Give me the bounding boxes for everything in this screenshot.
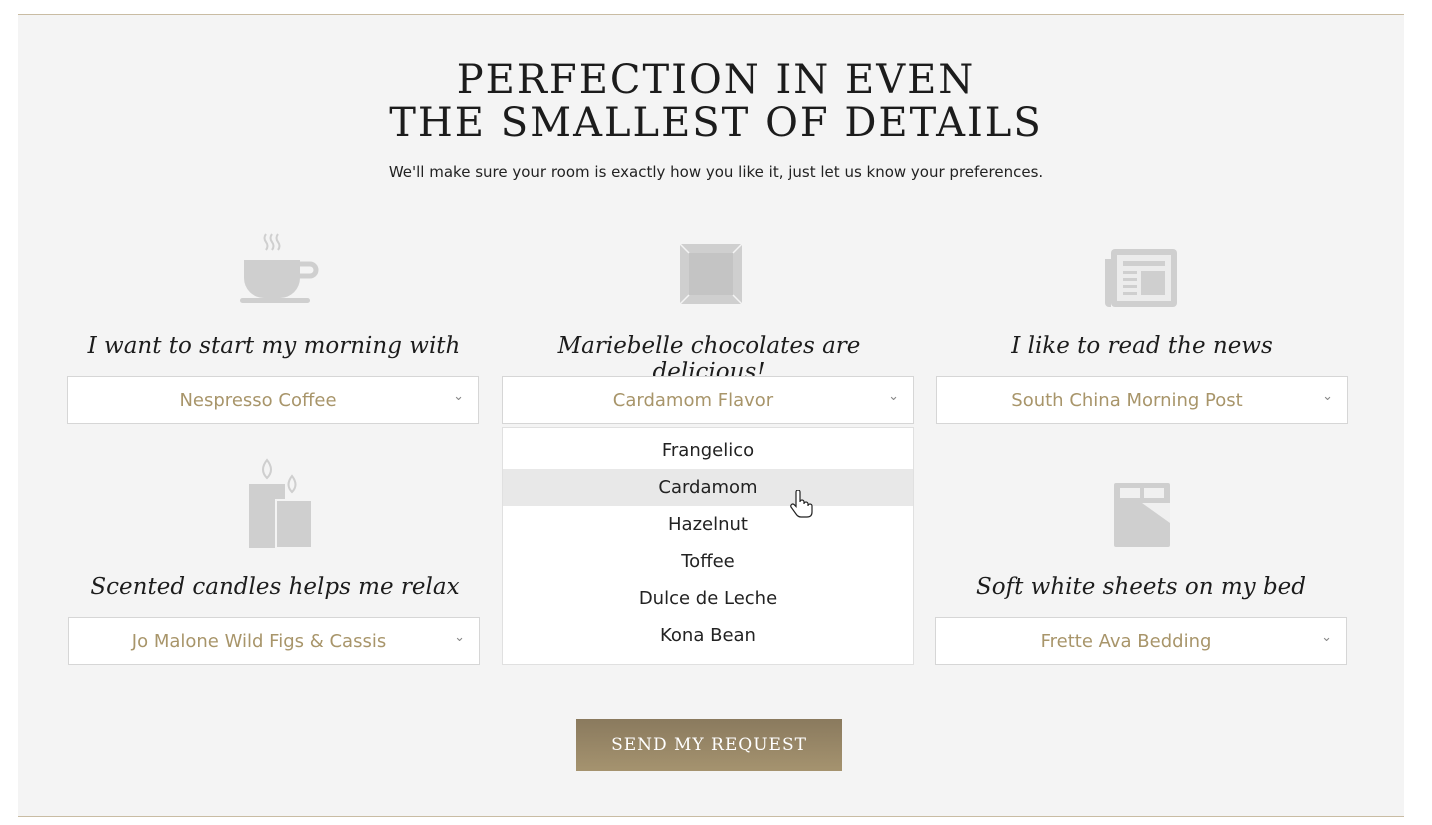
page-title-line2: THE SMALLEST OF DETAILS [389, 100, 1043, 146]
dropdown-option-toffee[interactable]: Toffee [503, 543, 913, 580]
morning-select[interactable]: Nespresso Coffee ⌄ [67, 376, 479, 424]
chocolate-box-icon [680, 244, 742, 304]
sheets-select-value: Frette Ava Bedding [1040, 631, 1212, 652]
candles-icon [249, 458, 313, 549]
candles-select[interactable]: Jo Malone Wild Figs & Cassis ⌄ [68, 617, 480, 665]
dropdown-option-cardamom[interactable]: Cardamom [503, 469, 913, 506]
chocolate-select-value: Cardamom Flavor [612, 390, 774, 411]
news-select-value: South China Morning Post [1011, 390, 1243, 411]
sheets-select[interactable]: Frette Ava Bedding ⌄ [935, 617, 1347, 665]
dropdown-option-hazelnut[interactable]: Hazelnut [503, 506, 913, 543]
dropdown-option-frangelico[interactable]: Frangelico [503, 432, 913, 469]
sheets-label: Soft white sheets on my bed [975, 574, 1307, 600]
dropdown-option-dulce-de-leche[interactable]: Dulce de Leche [503, 580, 913, 617]
hand-cursor-icon [790, 490, 813, 518]
chevron-down-icon: ⌄ [453, 389, 464, 404]
chevron-down-icon: ⌄ [454, 630, 465, 645]
send-request-button[interactable]: SEND MY REQUEST [576, 719, 842, 771]
chocolate-dropdown-list: Frangelico Cardamom Hazelnut Toffee Dulc… [502, 427, 914, 665]
chocolate-select[interactable]: Cardamom Flavor ⌄ [502, 376, 914, 424]
morning-label: I want to start my morning with [87, 333, 461, 359]
newspaper-icon [1105, 249, 1177, 307]
page-subtitle: We'll make sure your room is exactly how… [388, 163, 1044, 181]
coffee-cup-icon [240, 233, 319, 303]
news-label: I like to read the news [1011, 333, 1273, 359]
candles-select-value: Jo Malone Wild Figs & Cassis [131, 631, 387, 652]
dropdown-option-kona-bean[interactable]: Kona Bean [503, 617, 913, 654]
page-title-line1: PERFECTION IN EVEN [456, 57, 976, 103]
chevron-down-icon: ⌄ [1322, 389, 1333, 404]
news-select[interactable]: South China Morning Post ⌄ [936, 376, 1348, 424]
chevron-down-icon: ⌄ [1321, 630, 1332, 645]
chevron-down-icon: ⌄ [888, 389, 899, 404]
candles-label: Scented candles helps me relax [90, 574, 460, 600]
bed-icon [1114, 483, 1170, 547]
morning-select-value: Nespresso Coffee [179, 390, 337, 411]
